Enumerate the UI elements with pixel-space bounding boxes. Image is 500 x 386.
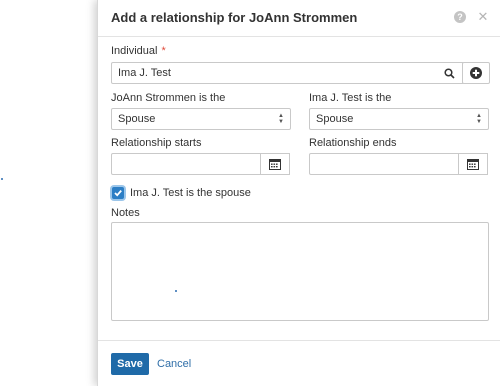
select-arrows-icon: ▲ ▼ xyxy=(476,113,482,125)
notes-textarea[interactable] xyxy=(111,222,489,321)
relation-left-value: Spouse xyxy=(118,113,156,125)
plus-circle-icon xyxy=(470,67,482,79)
question-circle-icon[interactable]: ? xyxy=(454,11,466,23)
cursor-dot xyxy=(175,290,177,292)
individual-label-text: Individual xyxy=(111,45,158,57)
required-marker: * xyxy=(161,45,166,57)
starts-input[interactable] xyxy=(111,153,263,175)
relationship-dialog: Add a relationship for JoAnn Strommen ? … xyxy=(97,0,500,386)
dialog-title: Add a relationship for JoAnn Strommen xyxy=(111,10,358,25)
checkmark-icon xyxy=(114,190,122,197)
calendar-icon xyxy=(467,159,479,170)
spouse-checkbox[interactable] xyxy=(112,187,124,199)
add-individual-button[interactable] xyxy=(462,62,490,84)
dialog-footer xyxy=(98,340,500,341)
cancel-link[interactable]: Cancel xyxy=(157,358,191,370)
search-icon xyxy=(444,67,455,79)
starts-calendar-button[interactable] xyxy=(260,153,290,175)
ends-label: Relationship ends xyxy=(309,137,397,149)
relation-right-select[interactable]: Spouse ▲ ▼ xyxy=(309,108,489,130)
starts-label: Relationship starts xyxy=(111,137,202,149)
individual-input[interactable]: Ima J. Test xyxy=(111,62,464,84)
backdrop-dot xyxy=(1,178,3,180)
spouse-checkbox-label: Ima J. Test is the spouse xyxy=(130,187,251,199)
dialog-header: Add a relationship for JoAnn Strommen ? … xyxy=(98,0,500,37)
individual-search-button[interactable] xyxy=(436,62,464,84)
ends-calendar-button[interactable] xyxy=(458,153,488,175)
relation-right-value: Spouse xyxy=(316,113,354,125)
ends-input[interactable] xyxy=(309,153,461,175)
notes-label: Notes xyxy=(111,207,140,219)
close-icon[interactable]: ✕ xyxy=(477,10,489,23)
select-arrows-icon: ▲ ▼ xyxy=(278,113,284,125)
individual-label: Individual * xyxy=(111,45,166,57)
relation-right-label: Ima J. Test is the xyxy=(309,92,392,104)
save-button[interactable]: Save xyxy=(111,353,149,375)
calendar-icon xyxy=(269,159,281,170)
individual-input-value: Ima J. Test xyxy=(118,67,171,79)
relation-left-label: JoAnn Strommen is the xyxy=(111,92,226,104)
relation-left-select[interactable]: Spouse ▲ ▼ xyxy=(111,108,291,130)
